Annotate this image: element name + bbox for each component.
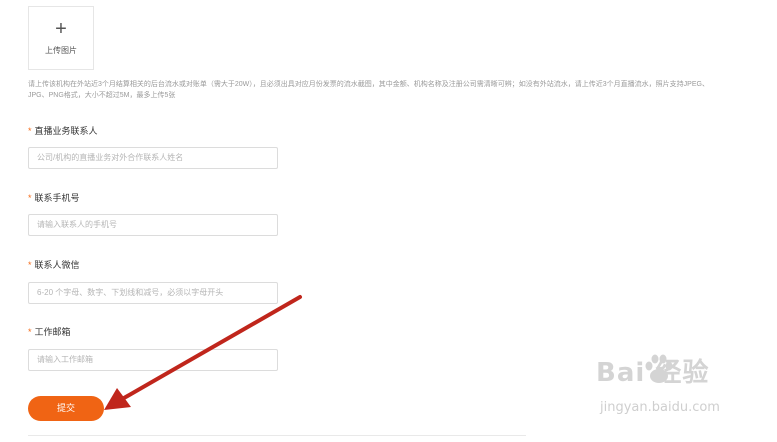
red-arrow-annotation <box>104 295 302 410</box>
